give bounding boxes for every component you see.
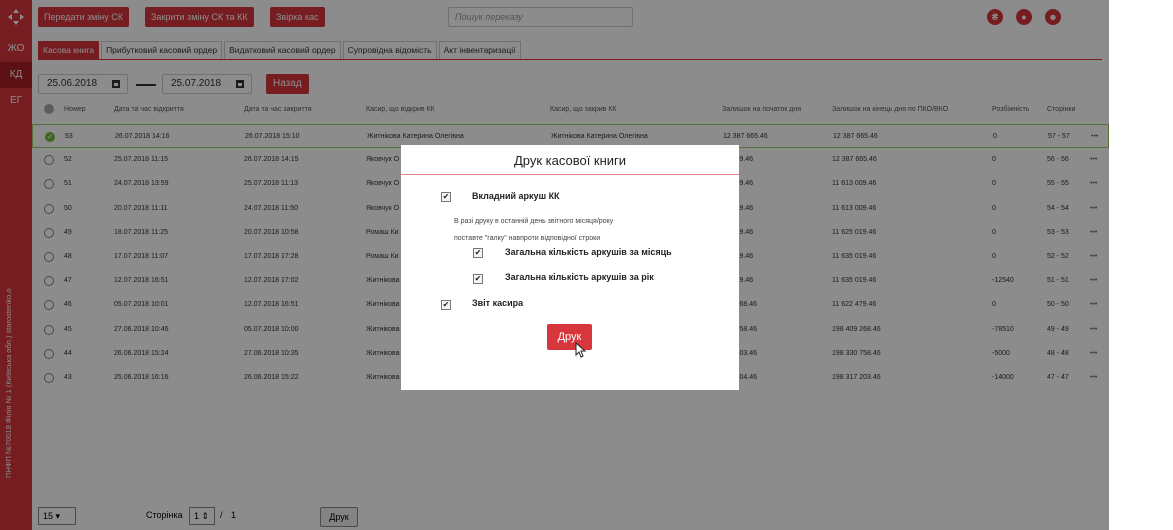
cashier-report-label: Звіт касира — [472, 298, 524, 308]
right-gutter — [1109, 0, 1173, 530]
month-sheets-label: Загальна кількість аркушів за місяць — [505, 247, 672, 257]
dialog-divider — [401, 174, 739, 175]
dialog-title: Друк касової книги — [513, 153, 627, 168]
app-window: ЖО КД ЕГ ПНФП №70018 Філія № 1 (Київська… — [0, 0, 1173, 530]
dialog-note-1: В разі друку в останній день звітного мі… — [454, 218, 614, 225]
mouse-cursor-icon — [575, 341, 587, 363]
print-dialog: Друк касової книги ✔ Вкладний аркуш КК В… — [401, 145, 739, 390]
year-sheets-label: Загальна кількість аркушів за рік — [505, 272, 654, 282]
insert-sheet-checkbox[interactable]: ✔ — [441, 192, 451, 202]
cashier-report-checkbox[interactable]: ✔ — [441, 300, 451, 310]
month-sheets-checkbox[interactable]: ✔ — [473, 248, 483, 258]
insert-sheet-label: Вкладний аркуш КК — [472, 191, 560, 201]
year-sheets-checkbox[interactable]: ✔ — [473, 274, 483, 284]
dialog-note-2: поставте "галку" навпроти відповідної ст… — [454, 235, 601, 242]
